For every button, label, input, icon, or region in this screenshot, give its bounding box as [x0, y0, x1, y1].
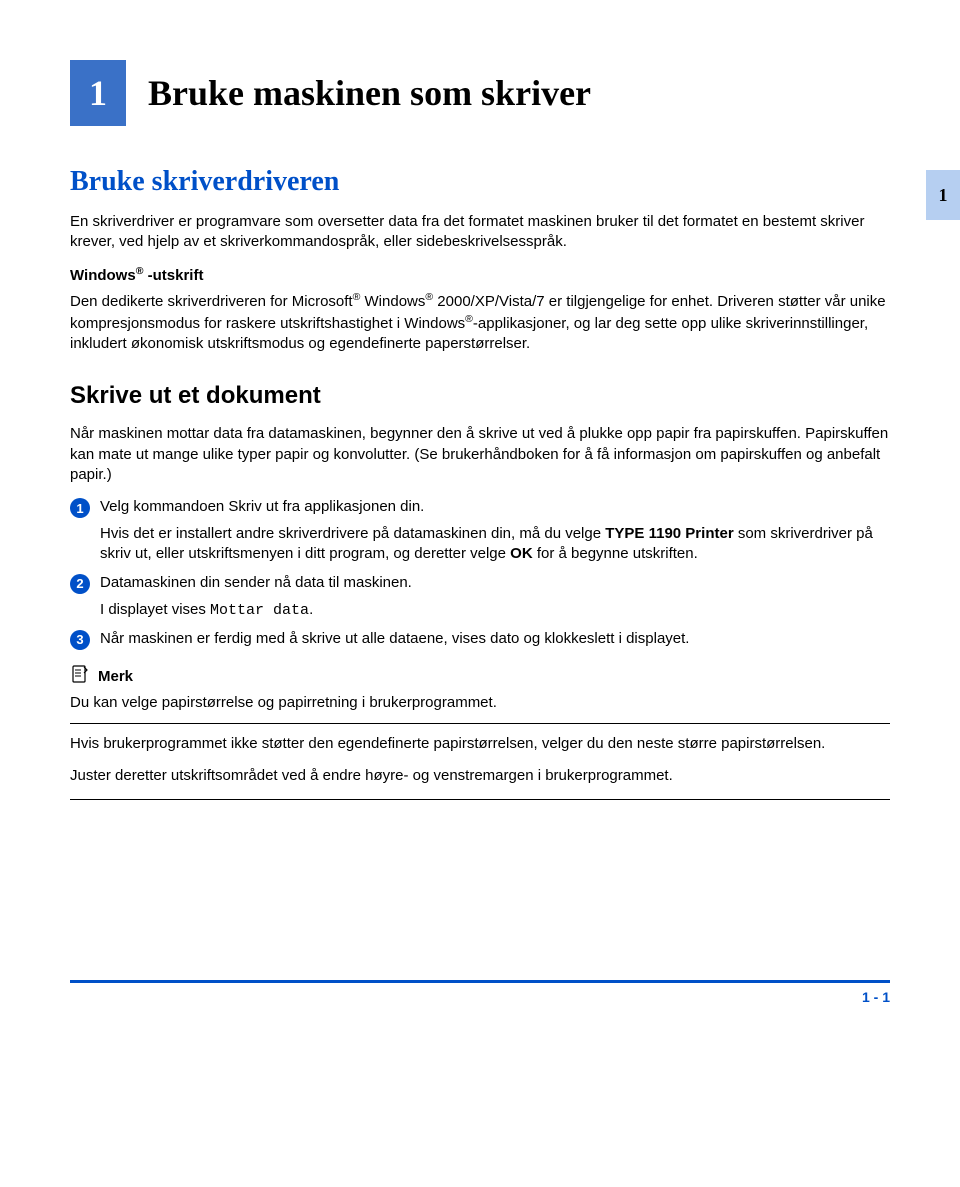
step-2-text: Datamaskinen din sender nå data til mask… [100, 573, 412, 593]
page-number: 1 - 1 [862, 989, 890, 1005]
body-b: Windows [360, 293, 425, 310]
section1-intro: En skriverdriver er programvare som over… [70, 212, 890, 253]
step1b-post: for å begynne utskriften. [533, 545, 698, 562]
note-icon [70, 664, 90, 689]
chapter-number-box: 1 [70, 60, 126, 126]
divider [70, 799, 890, 800]
section1-body: Den dedikerte skriverdriveren for Micros… [70, 290, 890, 355]
step-bullet-1: 1 [70, 498, 90, 518]
note-line2: Hvis brukerprogrammet ikke støtter den e… [70, 734, 890, 754]
step1b-pre: Hvis det er installert andre skriverdriv… [100, 525, 605, 542]
step1b-bold1: TYPE 1190 Printer [605, 525, 733, 542]
step-bullet-3: 3 [70, 630, 90, 650]
step2b-mono: Mottar data [210, 602, 309, 619]
chapter-header: 1 Bruke maskinen som skriver [70, 60, 890, 126]
page-footer: 1 - 1 [70, 980, 890, 1005]
note-header: Merk [70, 664, 890, 689]
step1b-bold2: OK [510, 545, 533, 562]
registered-mark-icon: ® [465, 313, 473, 325]
step-2: 2 Datamaskinen din sender nå data til ma… [70, 573, 890, 594]
step-bullet-2: 2 [70, 574, 90, 594]
section2-intro: Når maskinen mottar data fra datamaskine… [70, 424, 890, 485]
subhead-prefix: Windows [70, 267, 136, 284]
note-label: Merk [98, 668, 133, 685]
note-line1: Du kan velge papirstørrelse og papirretn… [70, 693, 890, 713]
step-3-text: Når maskinen er ferdig med å skrive ut a… [100, 629, 689, 649]
note-line3: Juster deretter utskriftsområdet ved å e… [70, 766, 890, 786]
step-3: 3 Når maskinen er ferdig med å skrive ut… [70, 629, 890, 650]
section-tab: 1 [926, 170, 960, 220]
step2b-post: . [309, 601, 313, 618]
divider [70, 723, 890, 724]
body-a: Den dedikerte skriverdriveren for Micros… [70, 293, 353, 310]
registered-mark-icon: ® [425, 291, 433, 303]
section-heading-driver: Bruke skriverdriveren [70, 166, 890, 198]
chapter-title: Bruke maskinen som skriver [148, 72, 591, 114]
subhead-suffix: -utskrift [143, 267, 203, 284]
step-2-detail: I displayet vises Mottar data. [100, 600, 890, 621]
section-heading-print-doc: Skrive ut et dokument [70, 382, 890, 410]
windows-print-subhead: Windows® -utskrift [70, 265, 890, 284]
step-1-text: Velg kommandoen Skriv ut fra applikasjon… [100, 497, 424, 517]
step-1: 1 Velg kommandoen Skriv ut fra applikasj… [70, 497, 890, 518]
step2b-pre: I displayet vises [100, 601, 210, 618]
step-1-detail: Hvis det er installert andre skriverdriv… [100, 524, 890, 565]
